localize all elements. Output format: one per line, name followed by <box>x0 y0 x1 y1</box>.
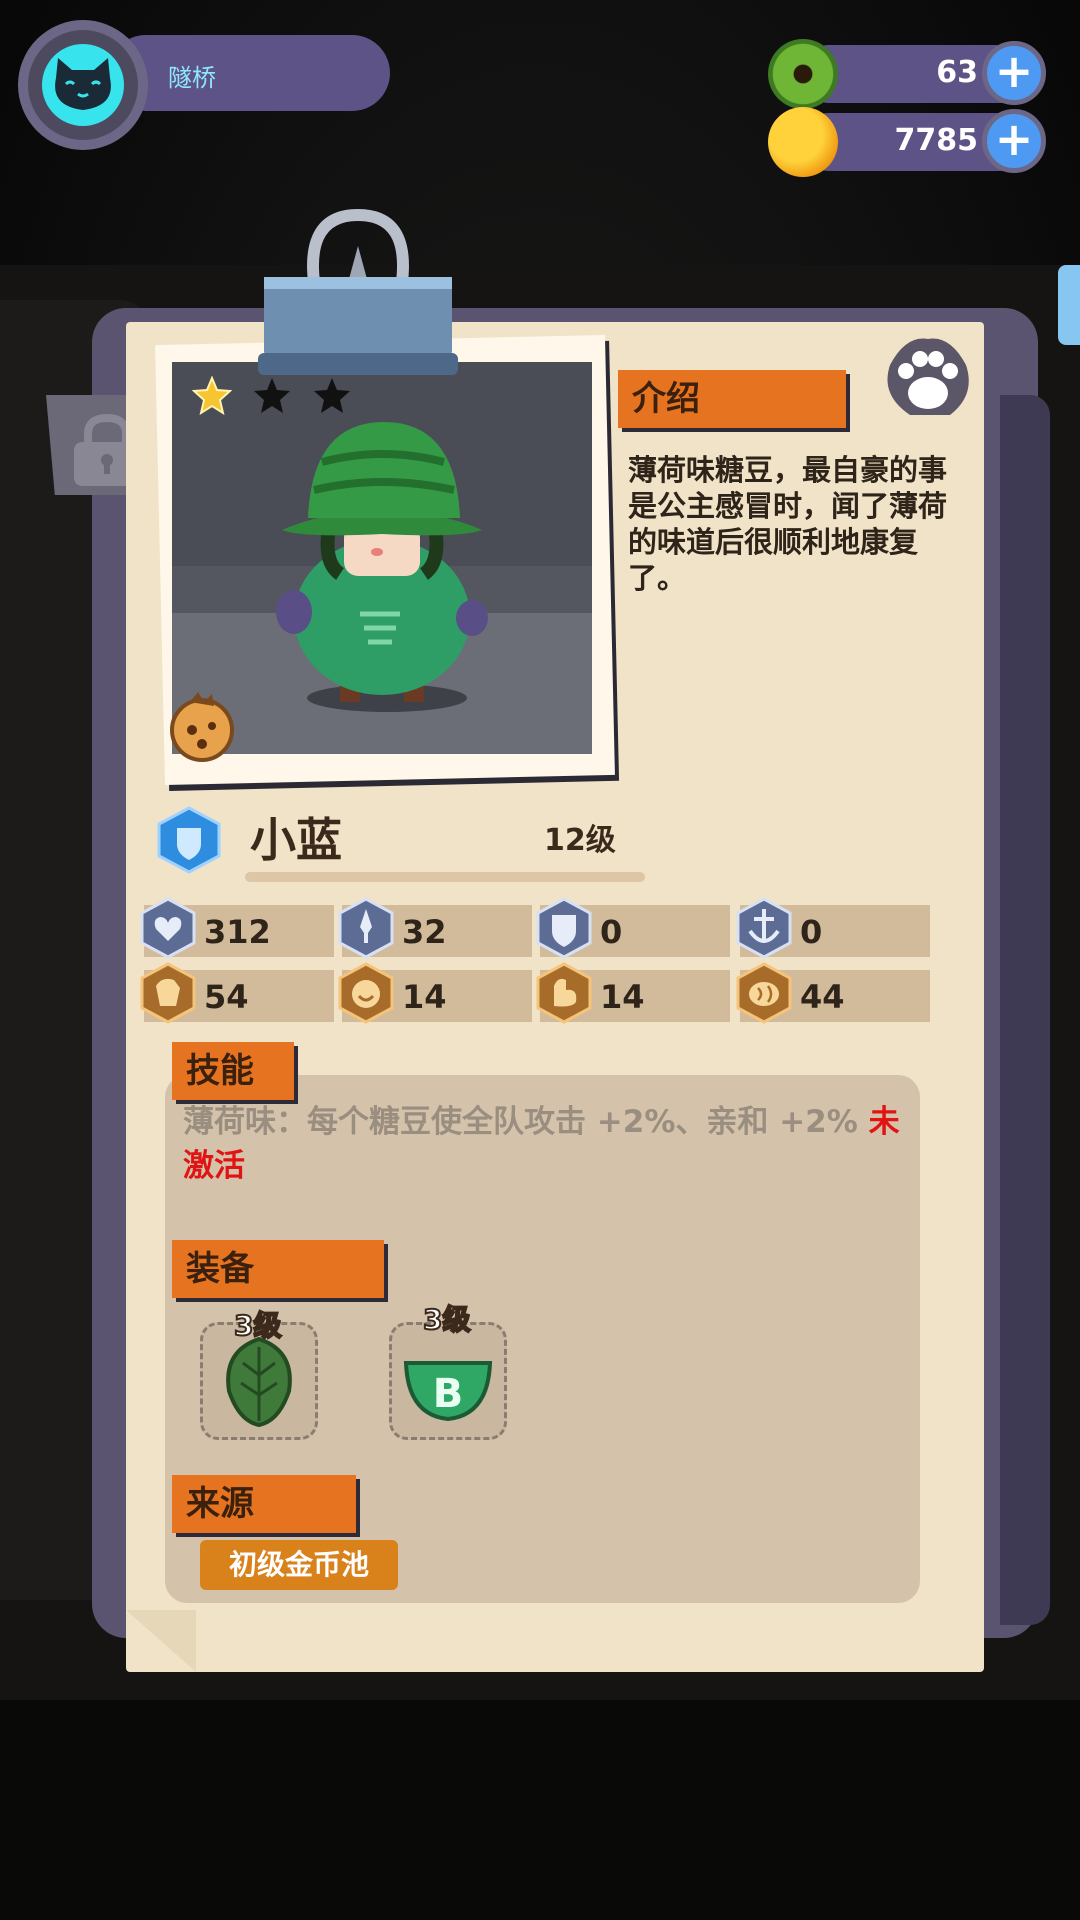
anchor-icon <box>736 897 792 959</box>
skill-heading: 技能 <box>172 1042 294 1100</box>
stat-defense-value: 0 <box>600 913 623 951</box>
source-gacha-button[interactable]: 初级金币池 <box>200 1540 398 1590</box>
cookie-pet-icon <box>170 692 234 762</box>
add-donut-button[interactable]: + <box>982 41 1046 105</box>
star-rating <box>192 376 352 416</box>
star-empty-icon <box>314 378 350 413</box>
stat-resist: 0 <box>736 897 930 959</box>
side-tab[interactable] <box>1058 265 1080 345</box>
resource-bar-donut: 63 + <box>768 39 1046 109</box>
profile-name-bar <box>108 35 390 111</box>
player-profile[interactable]: 隧桥 <box>18 20 390 150</box>
stat-attack: 32 <box>338 897 532 959</box>
smile-icon <box>338 962 394 1024</box>
stat-attack-value: 32 <box>402 913 447 951</box>
add-gold-button[interactable]: + <box>982 109 1046 173</box>
paw-icon[interactable] <box>880 335 976 421</box>
avatar-frame[interactable] <box>18 20 148 150</box>
star-filled-icon <box>192 376 232 416</box>
resource-bar-gold: 7785 + <box>768 107 1046 177</box>
stat-vitality: 14 <box>536 962 730 1024</box>
card-side <box>1000 395 1050 1625</box>
name-underline <box>245 872 645 882</box>
green-donut-icon <box>768 39 838 109</box>
skill-description: 薄荷味：每个糖豆使全队攻击 +2%、亲和 +2% 未激活 <box>183 1100 913 1188</box>
stat-defense: 0 <box>536 897 730 959</box>
equipment-1-level: 3级 <box>233 1308 283 1343</box>
brain-icon <box>736 962 792 1024</box>
equipment-2-level: 3级 <box>422 1302 472 1337</box>
equipment-heading: 装备 <box>172 1240 384 1298</box>
sword-icon <box>338 897 394 959</box>
stat-intellect: 44 <box>736 962 930 1024</box>
equipment-slot-2[interactable]: B <box>389 1322 507 1440</box>
stat-hp-value: 312 <box>204 913 271 951</box>
donut-count: 63 <box>936 55 978 90</box>
character-name: 小蓝 <box>250 813 342 867</box>
intro-text: 薄荷味糖豆，最自豪的事是公主感冒时，闻了薄荷的味道后很顺利地康复了。 <box>628 453 948 595</box>
gold-count: 7785 <box>894 123 979 158</box>
stat-resist-value: 0 <box>800 913 823 951</box>
stat-charm-value: 14 <box>402 978 447 1016</box>
shield-icon <box>536 897 592 959</box>
class-shield-badge-icon <box>157 806 221 874</box>
star-empty-icon <box>254 378 290 413</box>
green-bowl-b-icon: B <box>403 1361 493 1422</box>
stat-charm: 14 <box>338 962 532 1024</box>
stat-strength: 54 <box>140 962 334 1024</box>
cat-avatar-icon <box>42 44 124 126</box>
stat-hp: 312 <box>140 897 334 959</box>
gold-planet-icon <box>768 107 838 177</box>
svg-text:B: B <box>433 1371 464 1417</box>
binder-clip-icon <box>258 208 458 375</box>
background-desk <box>0 1700 1080 1920</box>
source-heading: 来源 <box>172 1475 356 1533</box>
fist-icon <box>140 962 196 1024</box>
heart-shield-icon <box>140 897 196 959</box>
muscle-icon <box>536 962 592 1024</box>
stat-vitality-value: 14 <box>600 978 645 1016</box>
character-level: 12级 <box>544 823 616 858</box>
stat-intellect-value: 44 <box>800 978 845 1016</box>
stat-strength-value: 54 <box>204 978 249 1016</box>
player-name: 隧桥 <box>168 64 216 92</box>
skill-text: 薄荷味：每个糖豆使全队攻击 +2%、亲和 +2% <box>183 1104 858 1140</box>
intro-heading: 介绍 <box>618 370 846 428</box>
